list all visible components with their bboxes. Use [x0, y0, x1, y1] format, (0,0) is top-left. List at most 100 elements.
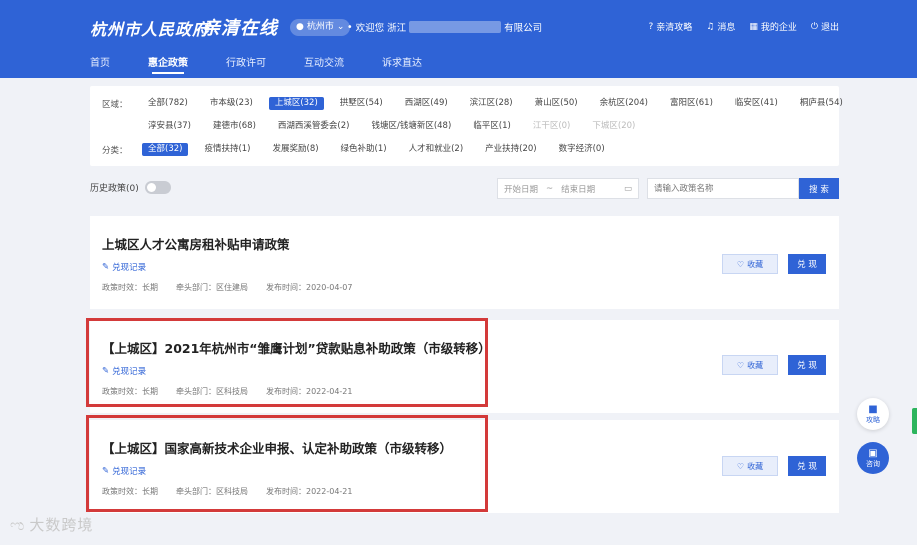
question-icon: ? [648, 21, 654, 32]
category-option[interactable]: 绿色补助(1) [335, 143, 393, 156]
redeem-button[interactable]: 兑 现 [788, 355, 826, 375]
nav-home[interactable]: 首页 [90, 54, 110, 74]
power-icon: ⏻ [810, 21, 818, 32]
category-option[interactable]: 疫情扶持(1) [198, 143, 256, 156]
redeem-record-label: 兑现记录 [112, 263, 147, 273]
header-links: ? 亲清攻略 ♫ 消息 ▦ 我的企业 ⏻ 退出 [648, 20, 839, 34]
category-option[interactable]: 发展奖励(8) [267, 143, 325, 156]
welcome-suffix: 有限公司 [504, 23, 543, 34]
history-label: 历史政策(0) [90, 184, 139, 194]
heart-icon: ♡ [736, 461, 745, 471]
chat-icon: ▣ [868, 447, 878, 459]
history-policies: 历史政策(0) [90, 181, 171, 194]
region-option[interactable]: 全部(782) [142, 97, 194, 110]
search-button[interactable]: 搜 索 [799, 178, 839, 199]
redeem-button[interactable]: 兑 现 [788, 456, 826, 476]
header-link-messages[interactable]: ♫ 消息 [706, 20, 736, 34]
policy-title[interactable]: 上城区人才公寓房租补贴申请政策 [102, 234, 290, 253]
favorite-button[interactable]: ♡ 收藏 [722, 456, 778, 476]
region-option[interactable]: 市本级(23) [204, 97, 259, 110]
region-option-disabled: 下城区(20) [592, 121, 636, 131]
category-row: 分类： 全部(32) 疫情扶持(1) 发展奖励(8) 绿色补助(1) 人才和就业… [102, 143, 621, 156]
redeem-button[interactable]: 兑 现 [788, 254, 826, 274]
bell-icon: ♫ [706, 21, 715, 32]
header-link-guide-label: 亲清攻略 [656, 23, 693, 33]
header-link-logout[interactable]: ⏻ 退出 [810, 20, 839, 34]
category-option-selected[interactable]: 全部(32) [142, 143, 189, 156]
policy-published: 发布时间：2020-04-07 [266, 283, 353, 292]
region-option[interactable]: 滨江区(28) [464, 97, 519, 110]
heart-icon: ♡ [736, 360, 745, 370]
highlight-box [86, 318, 488, 407]
region-option[interactable]: 余杭区(204) [594, 97, 654, 110]
region-option[interactable]: 临平区(1) [467, 120, 517, 133]
welcome-prefix: 欢迎您 浙江 [355, 23, 407, 34]
welcome-dot: • [347, 21, 353, 33]
redacted-company-name [409, 21, 502, 33]
policy-meta: 政策时效：长期 牵头部门：区住建局 发布时间：2020-04-07 [102, 282, 353, 293]
header-link-my-company-label: 我的企业 [760, 23, 797, 33]
end-date[interactable]: 结束日期 [561, 183, 595, 195]
nav-policies[interactable]: 惠企政策 [148, 54, 188, 74]
category-option[interactable]: 人才和就业(2) [403, 143, 470, 156]
guide-float-label: 攻略 [866, 415, 880, 424]
search-input[interactable] [647, 178, 799, 199]
category-label: 分类： [102, 145, 128, 156]
region-option-disabled: 江干区(0) [532, 121, 571, 131]
region-option[interactable]: 桐庐县(54) [794, 97, 849, 110]
favorite-button[interactable]: ♡ 收藏 [722, 355, 778, 375]
guide-float-button[interactable]: ■ 攻略 [857, 398, 889, 430]
region-row-1: 区域： 全部(782) 市本级(23) 上城区(32) 拱墅区(54) 西湖区(… [102, 97, 859, 110]
watermark-logo-icon: ಌ [10, 515, 26, 534]
category-option[interactable]: 数字经济(0) [553, 143, 611, 156]
video-icon: ■ [868, 403, 878, 415]
header-link-logout-label: 退出 [820, 23, 839, 33]
building-icon: ▦ [749, 21, 758, 32]
watermark: ಌ 大数跨境 [10, 514, 93, 535]
edit-icon: ✎ [102, 262, 110, 272]
region-option[interactable]: 钱塘区/钱塘新区(48) [365, 120, 457, 133]
side-tab[interactable] [912, 408, 917, 434]
history-toggle[interactable] [144, 181, 171, 194]
header-link-messages-label: 消息 [717, 23, 736, 33]
start-date[interactable]: 开始日期 [504, 183, 538, 195]
date-range-picker[interactable]: 开始日期 ~ 结束日期 ▭ [497, 178, 639, 199]
highlight-box [86, 415, 488, 512]
city-selector[interactable]: ● 杭州市 ⌄ [290, 19, 351, 36]
nav-licensing[interactable]: 行政许可 [226, 54, 266, 74]
region-row-2: 淳安县(37) 建德市(68) 西湖西溪管委会(2) 钱塘区/钱塘新区(48) … [102, 120, 651, 133]
chevron-down-icon: ⌄ [336, 22, 345, 32]
favorite-button[interactable]: ♡ 收藏 [722, 254, 778, 274]
site-logo[interactable]: 杭州市人民政府 [90, 16, 209, 40]
region-option[interactable]: 临安区(41) [729, 97, 784, 110]
region-option[interactable]: 西湖区(49) [399, 97, 454, 110]
site-slogan: 亲清在线 [202, 18, 278, 39]
region-option-selected[interactable]: 上城区(32) [268, 97, 324, 110]
region-option[interactable]: 萧山区(50) [529, 97, 584, 110]
consult-float-button[interactable]: ▣ 咨询 [857, 442, 889, 474]
policy-validity: 政策时效：长期 [102, 283, 158, 292]
policy-department: 牵头部门：区住建局 [176, 283, 248, 292]
header-link-guide[interactable]: ? 亲清攻略 [648, 20, 693, 34]
category-option[interactable]: 产业扶持(20) [479, 143, 542, 156]
region-option[interactable]: 西湖西溪管委会(2) [272, 120, 356, 133]
consult-float-label: 咨询 [866, 459, 880, 468]
nav-appeals[interactable]: 诉求直达 [382, 54, 422, 74]
region-option[interactable]: 建德市(68) [207, 120, 262, 133]
favorite-label: 收藏 [747, 461, 764, 471]
top-header: 杭州市人民政府 亲清在线 ● 杭州市 ⌄ • 欢迎您 浙江 有限公司 ? 亲清攻略… [0, 0, 917, 78]
redeem-record-link[interactable]: ✎ 兑现记录 [102, 261, 146, 273]
heart-icon: ♡ [736, 259, 745, 269]
region-label: 区域： [102, 99, 128, 110]
watermark-text: 大数跨境 [29, 516, 94, 534]
region-option[interactable]: 拱墅区(54) [334, 97, 389, 110]
nav-interaction[interactable]: 互动交流 [304, 54, 344, 74]
range-separator: ~ [546, 183, 554, 194]
region-option[interactable]: 淳安县(37) [142, 120, 197, 133]
region-option[interactable]: 富阳区(61) [664, 97, 719, 110]
filter-panel: 区域： 全部(782) 市本级(23) 上城区(32) 拱墅区(54) 西湖区(… [90, 86, 843, 166]
policy-search: 搜 索 [647, 178, 839, 199]
welcome-text: • 欢迎您 浙江 有限公司 [347, 20, 542, 34]
favorite-label: 收藏 [747, 259, 764, 269]
header-link-my-company[interactable]: ▦ 我的企业 [749, 20, 797, 34]
